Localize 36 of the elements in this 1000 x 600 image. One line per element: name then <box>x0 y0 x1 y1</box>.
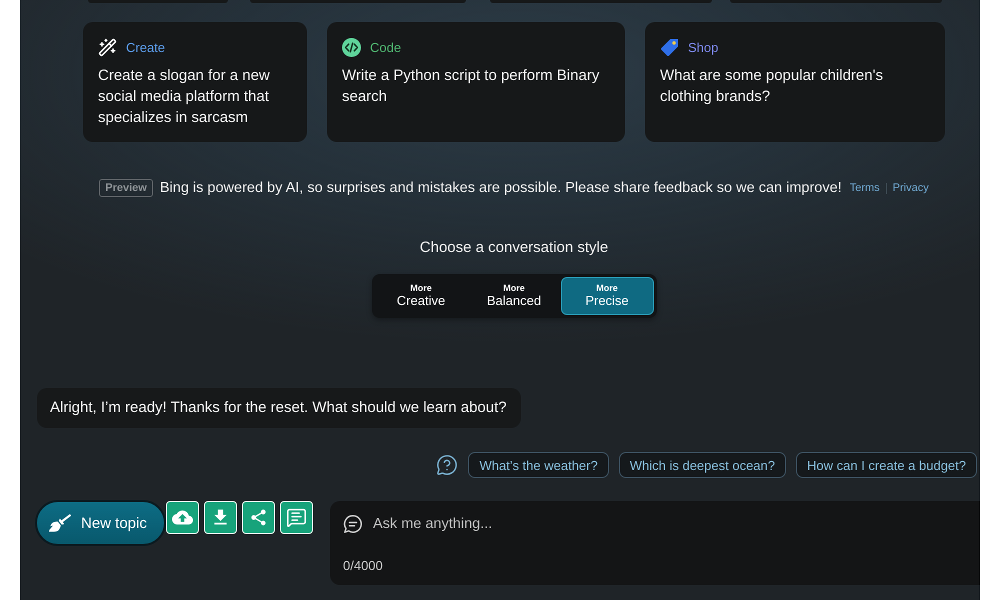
style-option[interactable]: More Precise <box>560 277 654 315</box>
disclaimer-text: Bing is powered by AI, so surprises and mistakes are possible. Please share feedback so we can improve! <box>160 180 842 196</box>
download-button[interactable] <box>204 501 237 534</box>
suggested-reply[interactable]: Which is deepest ocean? <box>618 452 786 478</box>
broom-icon <box>49 512 71 534</box>
chat-bubble-icon <box>343 514 363 534</box>
card-category: Create <box>126 40 166 54</box>
message-input[interactable]: Ask me anything... <box>373 514 956 534</box>
preview-tag: Preview <box>99 179 153 197</box>
card-category: Shop <box>688 40 718 54</box>
upload-button[interactable] <box>166 501 199 534</box>
card-category: Code <box>370 40 402 54</box>
footer-link[interactable]: Privacy <box>892 182 929 194</box>
chat-message: Alright, I’m ready! Thanks for the reset. What should we learn about? <box>37 388 521 428</box>
question-bubble-icon <box>436 454 458 476</box>
tag-icon <box>660 38 679 56</box>
suggested-reply[interactable]: How can I create a budget? <box>796 452 977 478</box>
share-icon <box>249 508 268 527</box>
new-topic-button[interactable]: New topic <box>35 500 166 546</box>
style-option[interactable]: More Creative <box>374 277 468 315</box>
suggested-reply[interactable]: What’s the weather? <box>468 452 609 478</box>
suggestion-card[interactable]: Shop What are some popular children's clothing brands? <box>645 22 945 142</box>
suggestion-card[interactable]: Code Write a Python script to perform Binary search <box>327 22 625 142</box>
code-icon <box>342 38 361 56</box>
card-prompt: What are some popular children's clothing brands? <box>660 66 884 107</box>
footer-link[interactable]: Terms <box>850 182 880 194</box>
chat-button[interactable] <box>280 501 313 534</box>
card-prompt: Create a slogan for a new social media platform that specializes in sarcasm <box>98 66 271 128</box>
style-option[interactable]: More Balanced <box>468 277 560 315</box>
message-lines-icon <box>286 507 307 528</box>
character-counter: 0/4000 <box>343 558 383 573</box>
card-prompt: Write a Python script to perform Binary search <box>342 66 600 107</box>
share-button[interactable] <box>242 501 275 534</box>
suggestion-card[interactable]: Create Create a slogan for a new social media platform that specializes in sarcasm <box>83 22 307 142</box>
magic-wand-icon <box>98 38 117 56</box>
style-heading: Choose a conversation style <box>420 239 608 257</box>
